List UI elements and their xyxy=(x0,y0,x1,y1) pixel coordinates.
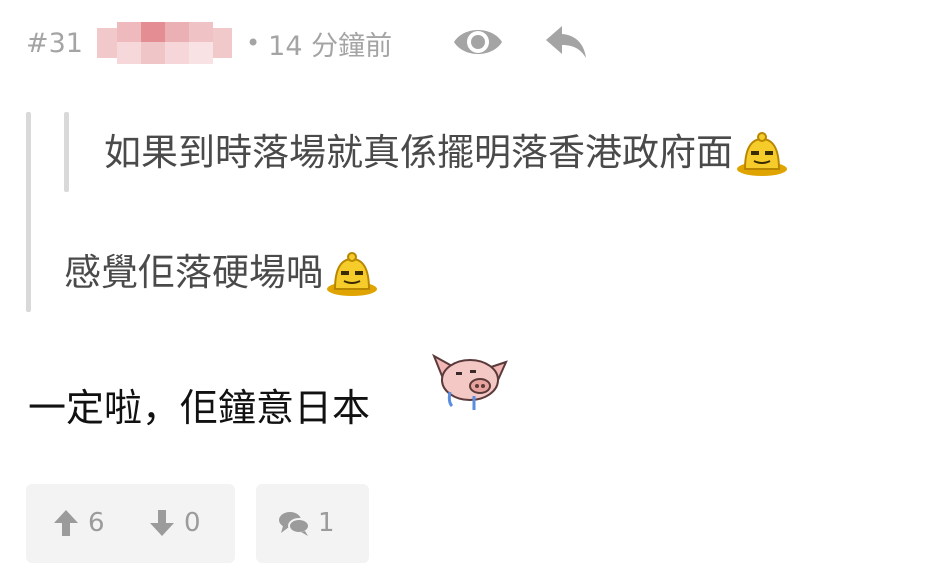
quote-bar-inner xyxy=(64,112,69,192)
reply-icon[interactable] xyxy=(544,20,588,68)
downvote-button[interactable]: 0 xyxy=(148,508,201,538)
post-number: #31 xyxy=(26,27,83,59)
nested-quote-content: 如果到時落場就真係擺明落香港政府面 xyxy=(104,131,733,174)
vote-panel: 6 0 xyxy=(26,484,235,563)
arrow-down-icon xyxy=(150,510,174,536)
upvote-button[interactable]: 6 xyxy=(52,508,105,538)
downvote-count: 0 xyxy=(184,508,201,538)
bell-emoji-icon xyxy=(735,131,789,179)
nested-quote-text: 如果到時落場就真係擺明落香港政府面 xyxy=(104,128,789,179)
comment-count: 1 xyxy=(318,508,335,538)
bell-emoji-icon xyxy=(325,251,379,299)
post-header: #31 • 14 分鐘前 xyxy=(26,22,392,64)
upvote-count: 6 xyxy=(88,508,105,538)
comment-icon xyxy=(279,512,310,536)
post-time: 14 分鐘前 xyxy=(268,30,393,62)
pig-emoji-icon xyxy=(430,352,510,416)
quote-bar-outer xyxy=(26,112,31,312)
arrow-up-icon xyxy=(54,510,78,536)
comment-button[interactable]: 1 xyxy=(256,484,369,563)
separator-dot: • xyxy=(245,29,261,57)
quote-content: 感覺佢落硬場喎 xyxy=(64,251,323,294)
reply-text: 一定啦，佢鐘意日本 xyxy=(28,386,371,430)
comment-count-group: 1 xyxy=(278,508,335,538)
username-blurred[interactable] xyxy=(96,22,232,64)
eye-icon[interactable] xyxy=(452,20,504,68)
quote-text: 感覺佢落硬場喎 xyxy=(64,248,379,299)
